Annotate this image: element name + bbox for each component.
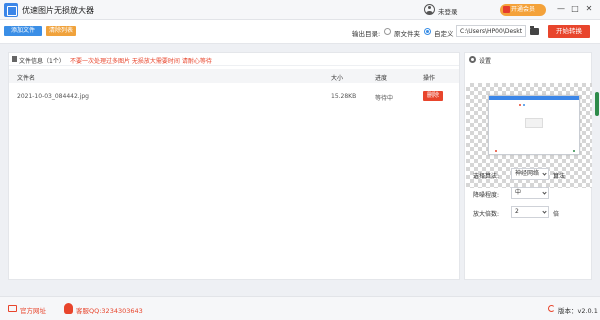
table-row[interactable]: 2021-10-03_084442.jpg 15.28KB 等待中 删除 — [9, 87, 459, 105]
settings-panel: 设置 选择算法: 神经网络 算法 降噪程度: 中 放大倍数: 2 倍 — [464, 52, 592, 280]
vip-button-label: 开通会员 — [511, 6, 536, 13]
maximize-button[interactable]: □ — [570, 4, 580, 14]
radio-custom-label: 自定义 — [434, 30, 454, 38]
file-name-cell: 2021-10-03_084442.jpg — [17, 93, 89, 100]
scrollbar-thumb[interactable] — [595, 92, 599, 116]
version-label: 版本： — [558, 307, 578, 315]
column-header-size: 大小 — [331, 75, 344, 82]
preview-thumbnail — [488, 95, 580, 155]
scale-select[interactable]: 2 — [511, 206, 549, 218]
chevron-down-icon — [542, 171, 547, 176]
scale-value: 2 — [515, 208, 519, 215]
folder-icon[interactable] — [530, 26, 539, 35]
denoise-value: 中 — [515, 189, 522, 196]
scale-label: 放大倍数: — [473, 211, 500, 218]
column-header-name: 文件名 — [17, 75, 36, 82]
denoise-label: 降噪程度: — [473, 192, 500, 199]
version-value: v2.0.1 — [577, 307, 598, 315]
table-header: 文件名 大小 进度 操作 — [9, 69, 459, 83]
scale-suffix: 倍 — [553, 211, 560, 218]
qq-support-link[interactable]: 客服QQ:3234303643 — [76, 305, 143, 315]
file-info-hint: 不要一次处理过多图片 无损放大需要时间 请耐心等待 — [70, 58, 212, 65]
user-icon[interactable] — [424, 4, 435, 15]
file-progress-cell: 等待中 — [375, 95, 394, 102]
footer: 官方网址 客服QQ:3234303643 版本：v2.0.1 — [0, 296, 600, 320]
file-list-panel: 文件信息（1个） 不要一次处理过多图片 无损放大需要时间 请耐心等待 文件名 大… — [8, 52, 460, 280]
close-button[interactable]: ✕ — [584, 4, 594, 14]
app-title: 优速图片无损放大器 — [22, 6, 94, 15]
column-header-action: 操作 — [423, 75, 436, 82]
chevron-down-icon — [542, 190, 547, 195]
output-dir-label: 输出目录: — [352, 30, 381, 38]
settings-title: 设置 — [479, 58, 492, 65]
chevron-down-icon — [542, 209, 547, 214]
website-icon[interactable] — [8, 305, 17, 312]
file-info-bar: 文件信息（1个） 不要一次处理过多图片 无损放大需要时间 请耐心等待 — [9, 53, 459, 66]
algorithm-value: 神经网络 — [515, 170, 540, 177]
toolbar: 添加文件 清除列表 输出目录: 原文件夹 自定义 开始转换 — [0, 20, 600, 44]
start-convert-button[interactable]: 开始转换 — [548, 25, 590, 38]
algorithm-label: 选择算法: — [473, 173, 500, 180]
document-icon — [12, 56, 17, 62]
radio-original-label: 原文件夹 — [394, 30, 420, 38]
output-path-input[interactable] — [456, 25, 526, 37]
file-info-title: 文件信息（1个） — [19, 58, 65, 65]
clear-list-button[interactable]: 清除列表 — [46, 26, 76, 36]
radio-original-folder[interactable] — [384, 28, 391, 35]
title-bar: 优速图片无损放大器 未登录 开通会员 — □ ✕ — [0, 0, 600, 20]
denoise-select[interactable]: 中 — [511, 187, 549, 199]
version-info: 版本：v2.0.1 — [558, 305, 598, 315]
delete-button[interactable]: 删除 — [423, 91, 443, 101]
app-logo-icon — [4, 3, 18, 17]
refresh-icon — [548, 305, 555, 312]
vip-button[interactable]: 开通会员 — [500, 4, 546, 16]
column-header-progress: 进度 — [375, 75, 388, 82]
algorithm-select[interactable]: 神经网络 — [511, 168, 549, 180]
file-size-cell: 15.28KB — [331, 93, 357, 100]
vip-icon — [503, 6, 510, 13]
minimize-button[interactable]: — — [556, 4, 566, 14]
radio-custom-folder[interactable] — [424, 28, 431, 35]
add-files-button[interactable]: 添加文件 — [4, 26, 42, 36]
qq-icon[interactable] — [64, 303, 73, 314]
algorithm-suffix: 算法 — [553, 173, 566, 180]
gear-icon — [469, 56, 476, 63]
login-status[interactable]: 未登录 — [438, 6, 458, 16]
website-link[interactable]: 官方网址 — [20, 305, 46, 315]
